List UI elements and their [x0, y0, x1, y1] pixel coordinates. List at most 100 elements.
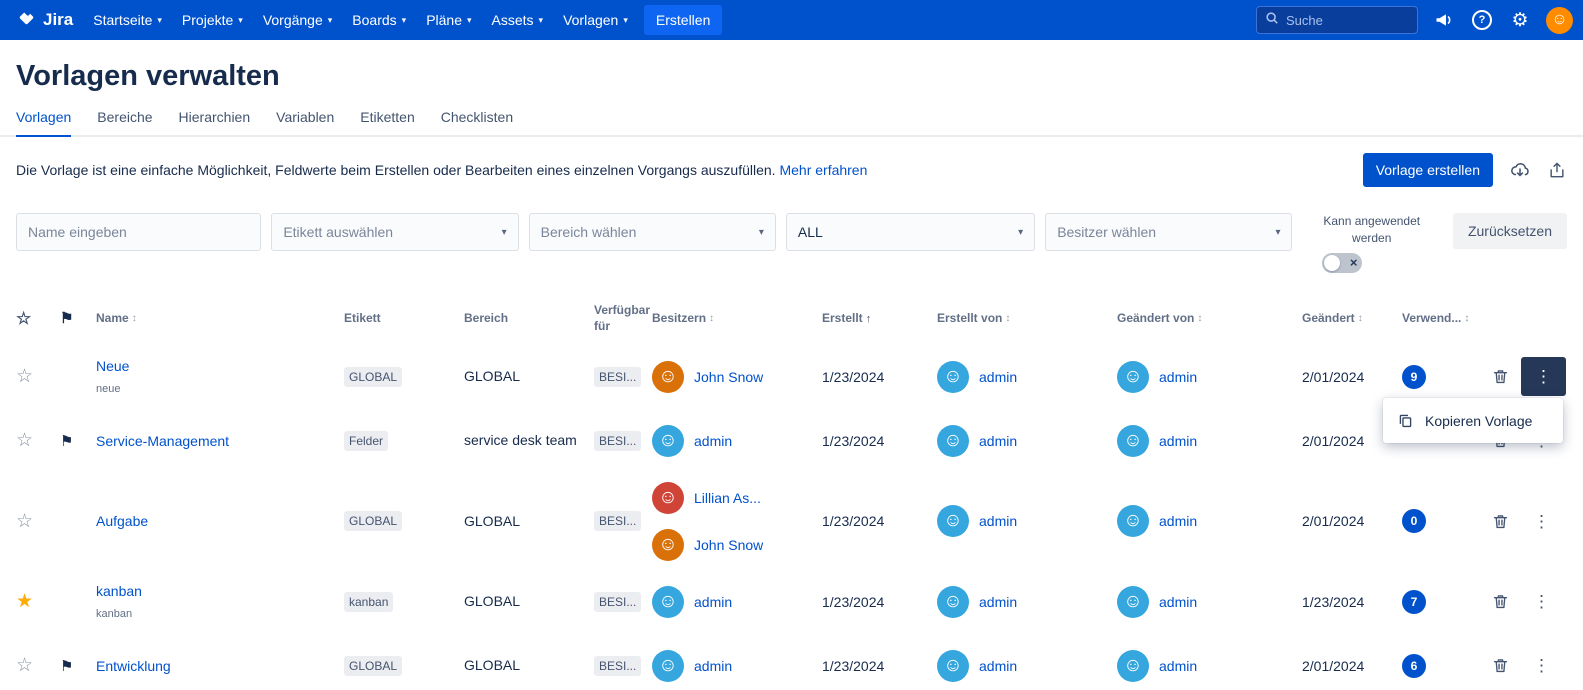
header-geaendert[interactable]: Geändert↕ — [1302, 311, 1402, 327]
template-name-link[interactable]: Entwicklung — [96, 658, 171, 674]
trash-icon — [1492, 657, 1509, 674]
owner-link[interactable]: admin — [694, 594, 732, 610]
create-template-button[interactable]: Vorlage erstellen — [1363, 153, 1493, 187]
star-icon[interactable]: ☆ — [16, 510, 33, 533]
nav-item-boards[interactable]: Boards▾ — [342, 4, 416, 36]
modified-by-link[interactable]: admin — [1159, 369, 1197, 385]
jira-logo[interactable]: Jira — [10, 7, 83, 33]
learn-more-link[interactable]: Mehr erfahren — [779, 162, 867, 178]
delete-button[interactable] — [1486, 651, 1515, 680]
header-bereich[interactable]: Bereich — [464, 311, 594, 327]
owner-filter-select[interactable]: Besitzer wählen ▾ — [1045, 213, 1292, 251]
template-name-link[interactable]: Neue — [96, 358, 129, 374]
created-by-link[interactable]: admin — [979, 369, 1017, 385]
star-icon[interactable]: ☆ — [16, 365, 33, 388]
copy-icon — [1397, 412, 1414, 429]
megaphone-icon[interactable] — [1432, 8, 1456, 32]
owner-link[interactable]: John Snow — [694, 537, 763, 553]
owner-avatar[interactable]: ☺ — [652, 586, 684, 618]
header-verwendet[interactable]: Verwend...↕ — [1402, 311, 1486, 327]
settings-gear-icon[interactable]: ⚙ — [1508, 8, 1532, 32]
created-by-link[interactable]: admin — [979, 658, 1017, 674]
row-menu-button[interactable]: ⋮ — [1521, 649, 1562, 682]
can-apply-toggle[interactable]: × — [1322, 253, 1362, 273]
help-icon[interactable]: ? — [1470, 8, 1494, 32]
owner-link[interactable]: Lillian As... — [694, 490, 761, 506]
created-by-link[interactable]: admin — [979, 513, 1017, 529]
delete-button[interactable] — [1486, 507, 1515, 536]
row-menu-button[interactable]: ⋮ — [1521, 357, 1566, 396]
created-by-avatar[interactable]: ☺ — [937, 650, 969, 682]
owner-avatar[interactable]: ☺ — [652, 482, 684, 514]
header-flag[interactable]: ⚑ — [60, 309, 96, 329]
nav-item-projekte[interactable]: Projekte▾ — [172, 4, 253, 36]
create-button[interactable]: Erstellen — [644, 5, 722, 35]
created-by-avatar[interactable]: ☺ — [937, 586, 969, 618]
tab-bereiche[interactable]: Bereiche — [97, 109, 152, 137]
tab-vorlagen[interactable]: Vorlagen — [16, 109, 71, 137]
nav-item-startseite[interactable]: Startseite▾ — [83, 4, 172, 36]
label-filter-select[interactable]: Etikett auswählen ▾ — [271, 213, 518, 251]
nav-item-plaene[interactable]: Pläne▾ — [416, 4, 481, 36]
created-by-link[interactable]: admin — [979, 594, 1017, 610]
created-by-avatar[interactable]: ☺ — [937, 425, 969, 457]
template-name-link[interactable]: kanban — [96, 583, 142, 599]
owner-avatar[interactable]: ☺ — [652, 650, 684, 682]
star-icon[interactable]: ★ — [16, 590, 33, 613]
template-name-link[interactable]: Service-Management — [96, 433, 229, 449]
modified-by-avatar[interactable]: ☺ — [1117, 650, 1149, 682]
modified-by-link[interactable]: admin — [1159, 658, 1197, 674]
header-star[interactable]: ☆ — [16, 308, 60, 330]
nav-item-assets[interactable]: Assets▾ — [482, 4, 554, 36]
export-icon[interactable] — [1547, 160, 1567, 180]
nav-item-vorlagen[interactable]: Vorlagen▾ — [553, 4, 638, 36]
name-filter-input[interactable] — [16, 213, 261, 251]
owner-avatar[interactable]: ☺ — [652, 361, 684, 393]
header-verfuegbar-fuer[interactable]: Verfügbar für — [594, 303, 652, 334]
header-geaendert-von[interactable]: Geändert von↕ — [1117, 311, 1302, 327]
owner-avatar[interactable]: ☺ — [652, 425, 684, 457]
tab-variablen[interactable]: Variablen — [276, 109, 334, 137]
tab-checklisten[interactable]: Checklisten — [441, 109, 513, 137]
table-row: ☆ ⚑ Service-Management Felder service de… — [0, 409, 1583, 473]
user-avatar[interactable]: ☺ — [1546, 7, 1573, 34]
header-etikett[interactable]: Etikett — [344, 311, 464, 327]
modified-by-avatar[interactable]: ☺ — [1117, 425, 1149, 457]
header-besitzern[interactable]: Besitzern↕ — [652, 311, 822, 327]
owner-link[interactable]: admin — [694, 433, 732, 449]
star-icon[interactable]: ☆ — [16, 429, 33, 452]
row-menu-button[interactable]: ⋮ — [1521, 585, 1562, 618]
modified-by-link[interactable]: admin — [1159, 433, 1197, 449]
owner-link[interactable]: admin — [694, 658, 732, 674]
delete-button[interactable] — [1486, 587, 1515, 616]
created-by-avatar[interactable]: ☺ — [937, 361, 969, 393]
import-cloud-icon[interactable] — [1509, 159, 1531, 181]
scope-filter-select[interactable]: Bereich wählen ▾ — [529, 213, 776, 251]
search-input[interactable] — [1286, 13, 1401, 28]
sort-icon: ↕ — [132, 312, 137, 325]
owner-avatar[interactable]: ☺ — [652, 529, 684, 561]
modified-by-link[interactable]: admin — [1159, 594, 1197, 610]
header-erstellt-von[interactable]: Erstellt von↕ — [937, 311, 1117, 327]
tab-etiketten[interactable]: Etiketten — [360, 109, 414, 137]
delete-button[interactable] — [1486, 362, 1515, 391]
row-menu-button[interactable]: ⋮ — [1521, 505, 1562, 538]
header-name[interactable]: Name↕ — [96, 311, 344, 327]
star-icon[interactable]: ☆ — [16, 654, 33, 677]
global-search[interactable] — [1256, 6, 1418, 34]
tab-hierarchien[interactable]: Hierarchien — [179, 109, 251, 137]
created-date: 1/23/2024 — [822, 594, 937, 610]
reset-filters-button[interactable]: Zurücksetzen — [1453, 213, 1567, 249]
template-name-link[interactable]: Aufgabe — [96, 513, 148, 529]
copy-template-menu-item[interactable]: Kopieren Vorlage — [1383, 398, 1563, 443]
owner-link[interactable]: John Snow — [694, 369, 763, 385]
modified-by-avatar[interactable]: ☺ — [1117, 361, 1149, 393]
nav-item-vorgaenge[interactable]: Vorgänge▾ — [253, 4, 342, 36]
modified-by-link[interactable]: admin — [1159, 513, 1197, 529]
type-filter-select[interactable]: ALL ▾ — [786, 213, 1035, 251]
header-erstellt[interactable]: Erstellt↑ — [822, 311, 937, 327]
modified-by-avatar[interactable]: ☺ — [1117, 586, 1149, 618]
modified-by-avatar[interactable]: ☺ — [1117, 505, 1149, 537]
created-by-avatar[interactable]: ☺ — [937, 505, 969, 537]
created-by-link[interactable]: admin — [979, 433, 1017, 449]
